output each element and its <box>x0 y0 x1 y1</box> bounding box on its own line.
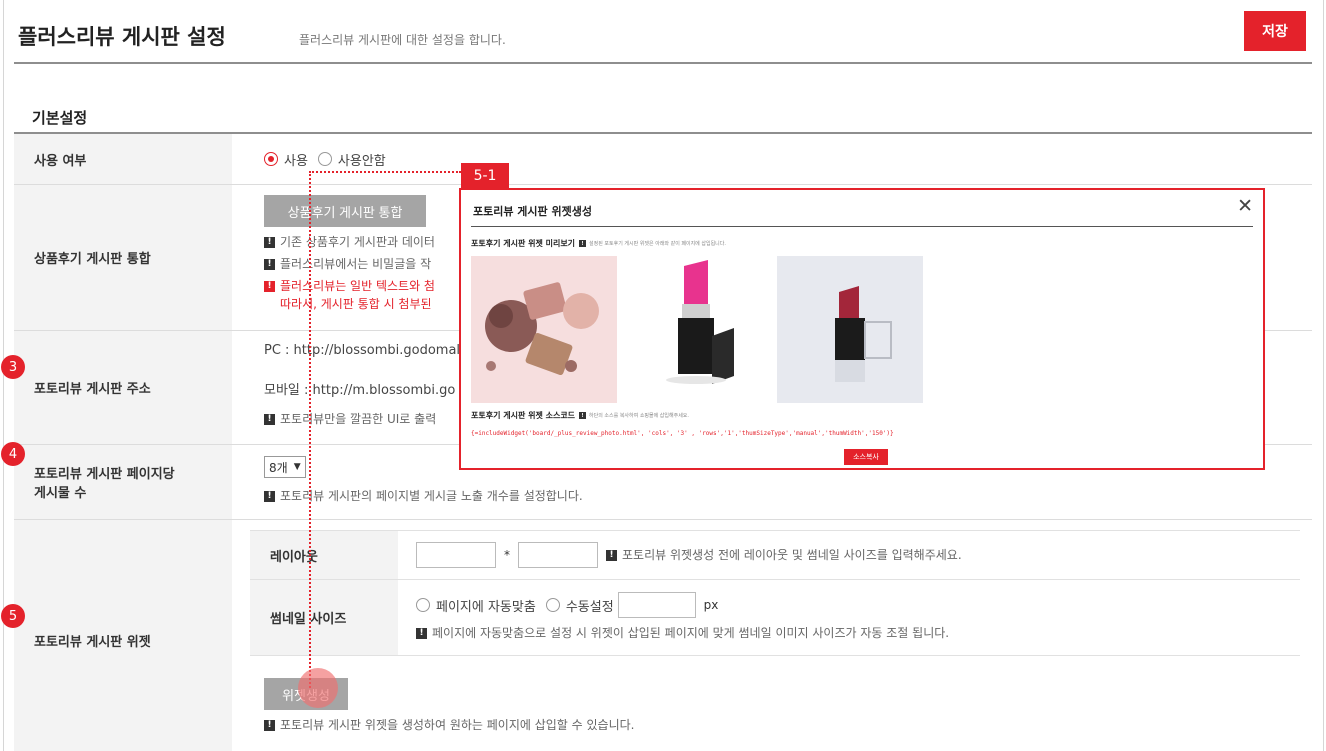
merge-note-4: 따라서, 게시판 통합 시 첨부된 <box>280 297 432 311</box>
widget-cell: 레이아웃 * ! 포토리뷰 위젯생성 전에 레이아웃 및 썸네일 사이즈를 입력해… <box>232 520 1312 751</box>
eyeshadow-thumbnail <box>471 256 617 403</box>
thumb-cell: 페이지에 자동맞춤 수동설정 px ! 페이지에 자동맞춤으로 설정 시 위젯이 … <box>398 580 1300 655</box>
source-desc: 하단의 소스를 복사하여 쇼핑몰에 삽입해주세요. <box>589 413 689 419</box>
info-icon: ! <box>264 413 275 425</box>
row-label-address: 포토리뷰 게시판 주소 <box>14 331 232 444</box>
row-widget: 포토리뷰 게시판 위젯 레이아웃 * ! 포토리뷰 위젯생성 전에 레이아웃 및 … <box>14 520 1312 751</box>
radio-manual[interactable]: 수동설정 <box>545 596 614 615</box>
info-icon: ! <box>264 258 275 270</box>
preview-desc: 설정된 포토후기 게시판 위젯은 아래와 같이 페이지에 삽입됩니다. <box>589 241 726 247</box>
source-heading: 포토후기 게시판 위젯 소스코드 ! 하단의 소스를 복사하여 쇼핑몰에 삽입해… <box>471 410 689 421</box>
usage-cell: 사용 사용안함 <box>232 134 1312 184</box>
settings-table: 사용 여부 사용 사용안함 상품후기 게시판 통합 상품후기 게시판 통합 ! 기… <box>14 132 1312 751</box>
row-usage: 사용 여부 사용 사용안함 <box>14 134 1312 185</box>
preview-title: 포토후기 게시판 위젯 미리보기 <box>471 239 576 248</box>
page-header: 플러스리뷰 게시판 설정 플러스리뷰 게시판에 대한 설정을 합니다. 저장 <box>14 8 1312 64</box>
connector-line-horizontal <box>309 171 461 173</box>
popup-title: 포토리뷰 게시판 위젯생성 <box>473 205 592 218</box>
row-label-perpage: 포토리뷰 게시판 페이지당 게시물 수 <box>14 445 232 519</box>
merge-note-1: ! 기존 상품후기 게시판과 데이터 <box>264 233 435 251</box>
radio-not-use-label: 사용안함 <box>337 153 386 169</box>
step-badge-5: 5 <box>1 604 25 628</box>
layout-cols-input[interactable] <box>416 542 496 568</box>
click-indicator <box>298 668 338 708</box>
popup-divider <box>471 226 1253 227</box>
create-widget-note: ! 포토리뷰 게시판 위젯을 생성하여 원하는 페이지에 삽입할 수 있습니다. <box>264 716 635 734</box>
section-title: 기본설정 <box>32 109 88 127</box>
merge-note-2: ! 플러스리뷰에서는 비밀글을 작 <box>264 255 435 273</box>
pc-url[interactable]: PC : http://blossombi.godomall <box>264 343 464 358</box>
row-label-merge: 상품후기 게시판 통합 <box>14 185 232 330</box>
copy-source-button[interactable]: 소스복사 <box>844 449 888 465</box>
warning-icon: ! <box>264 280 275 292</box>
thumb-row: 썸네일 사이즈 페이지에 자동맞춤 수동설정 px ! 페이지에 자동맞춤으로 … <box>250 580 1300 656</box>
perpage-select-value: 8개 <box>269 460 288 475</box>
red-lipstick-thumbnail <box>777 256 923 403</box>
info-icon: ! <box>264 490 275 502</box>
radio-auto-fit[interactable]: 페이지에 자동맞춤 <box>416 596 536 615</box>
thumb-width-input[interactable] <box>617 592 696 618</box>
radio-use-label: 사용 <box>284 153 308 169</box>
popup-step-tag: 5-1 <box>461 163 509 189</box>
info-icon: ! <box>264 719 275 731</box>
layout-note: ! 포토리뷰 위젯생성 전에 레이아웃 및 썸네일 사이즈를 입력해주세요. <box>606 546 962 564</box>
info-icon: ! <box>579 412 587 419</box>
radio-unchecked-icon <box>416 598 430 612</box>
layout-separator: * <box>504 548 510 562</box>
source-title: 포토후기 게시판 위젯 소스코드 <box>471 411 576 420</box>
perpage-select[interactable]: 8개 ▼ <box>264 456 306 478</box>
info-icon: ! <box>606 549 617 561</box>
perpage-label-line2: 게시물 수 <box>34 486 87 501</box>
preview-heading: 포토후기 게시판 위젯 미리보기 ! 설정된 포토후기 게시판 위젯은 아래와 … <box>471 238 726 249</box>
mobile-url[interactable]: 모바일 : http://m.blossombi.go <box>264 379 455 398</box>
info-icon: ! <box>264 236 275 248</box>
page-subtitle: 플러스리뷰 게시판에 대한 설정을 합니다. <box>299 33 506 47</box>
save-button[interactable]: 저장 <box>1244 11 1306 51</box>
radio-checked-icon <box>264 152 278 166</box>
merge-note-3: ! 플러스리뷰는 일반 텍스트와 첨 <box>264 277 435 295</box>
address-note: ! 포토리뷰만을 깔끔한 UI로 출력 <box>264 410 436 428</box>
radio-unchecked-icon <box>545 598 560 612</box>
chevron-down-icon: ▼ <box>293 462 301 472</box>
layout-rows-input[interactable] <box>518 542 598 568</box>
info-icon: ! <box>416 627 427 639</box>
page-title: 플러스리뷰 게시판 설정 <box>18 25 226 49</box>
perpage-label-line1: 포토리뷰 게시판 페이지당 <box>34 467 175 482</box>
layout-row: 레이아웃 * ! 포토리뷰 위젯생성 전에 레이아웃 및 썸네일 사이즈를 입력해… <box>250 531 1300 580</box>
info-icon: ! <box>579 240 587 247</box>
radio-not-use[interactable]: 사용안함 <box>317 150 386 169</box>
radio-unchecked-icon <box>317 152 332 166</box>
widget-source-code[interactable]: {=includeWidget('board/_plus_review_phot… <box>471 430 894 437</box>
layout-cell: * ! 포토리뷰 위젯생성 전에 레이아웃 및 썸네일 사이즈를 입력해주세요. <box>398 531 1300 579</box>
row-label-widget: 포토리뷰 게시판 위젯 <box>14 520 232 751</box>
radio-auto-fit-label: 페이지에 자동맞춤 <box>436 599 536 615</box>
step-badge-3: 3 <box>1 355 25 379</box>
connector-line-vertical <box>309 171 311 688</box>
close-icon[interactable]: ✕ <box>1237 196 1253 216</box>
row-label-usage: 사용 여부 <box>14 134 232 184</box>
perpage-note: ! 포토리뷰 게시판의 페이지별 게시글 노출 개수를 설정합니다. <box>264 487 583 505</box>
layout-label: 레이아웃 <box>250 531 398 579</box>
thumb-label: 썸네일 사이즈 <box>250 580 398 655</box>
radio-manual-label: 수동설정 <box>565 599 614 615</box>
radio-use[interactable]: 사용 <box>264 150 308 169</box>
widget-popup: 포토리뷰 게시판 위젯생성 ✕ 포토후기 게시판 위젯 미리보기 ! 설정된 포… <box>459 188 1265 470</box>
widget-inner-table: 레이아웃 * ! 포토리뷰 위젯생성 전에 레이아웃 및 썸네일 사이즈를 입력해… <box>250 530 1300 657</box>
thumb-note: ! 페이지에 자동맞춤으로 설정 시 위젯이 삽입된 페이지에 맞게 썸네일 이미… <box>416 624 949 642</box>
merge-board-button[interactable]: 상품후기 게시판 통합 <box>264 195 426 227</box>
thumb-unit: px <box>703 598 719 612</box>
pink-lipstick-thumbnail <box>624 256 770 403</box>
step-badge-4: 4 <box>1 442 25 466</box>
